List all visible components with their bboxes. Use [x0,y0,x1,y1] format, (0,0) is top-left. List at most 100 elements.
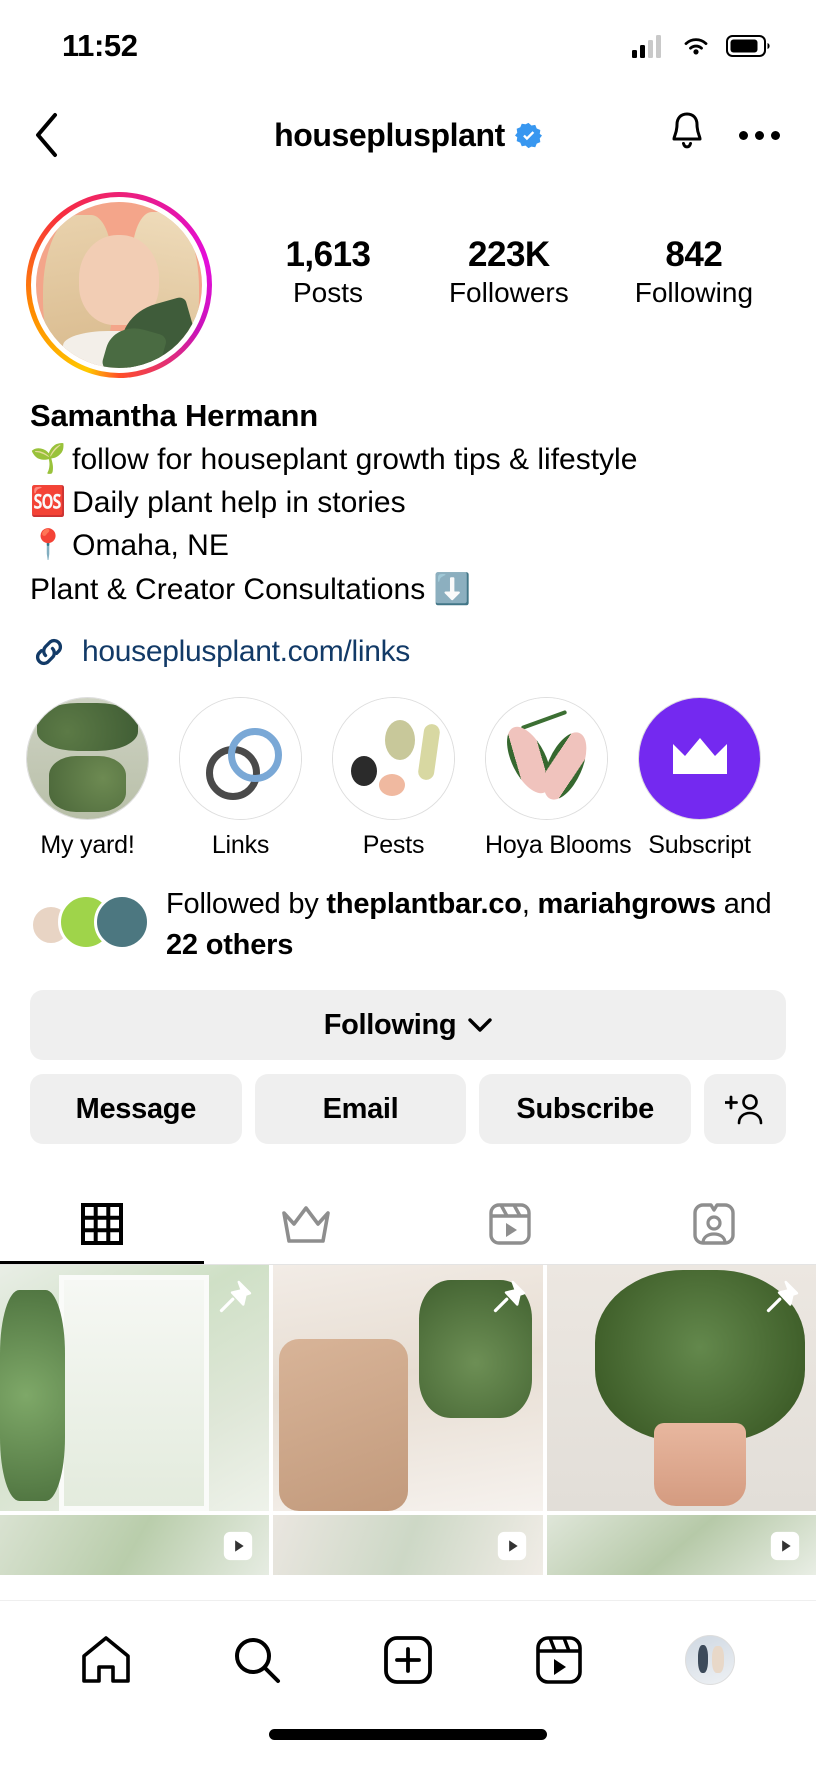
message-button[interactable]: Message [30,1074,242,1145]
message-button-label: Message [75,1092,197,1125]
highlight-pests[interactable]: Pests [332,696,455,860]
reels-icon [224,1531,253,1561]
subscribe-button[interactable]: Subscribe [479,1074,692,1145]
nav-create[interactable] [366,1623,450,1697]
grid-tab[interactable] [0,1186,204,1265]
pin-emoji: 📍 [30,529,67,562]
followed-by-prefix: Followed by [166,887,327,920]
highlight-cover-hoya [485,696,608,820]
followed-by-separator: , [521,887,538,920]
content-tabs [0,1186,816,1266]
link-chain-icon [35,638,63,665]
following-label: Following [634,277,754,309]
bio-line-1-text: follow for houseplant growth tips & life… [72,443,638,477]
avatar-inner [31,197,207,373]
profile-avatar-icon [685,1635,736,1685]
following-button[interactable]: Following [30,990,786,1061]
grid-post-1[interactable] [0,1265,270,1512]
wifi-icon [684,38,708,55]
pinned-icon [493,1280,525,1313]
more-options-button[interactable] [735,121,784,150]
following-count: 842 [665,235,723,274]
grid-post-5[interactable] [273,1515,543,1576]
email-button-label: Email [322,1092,399,1125]
nav-reels[interactable] [517,1623,601,1697]
mutual-name-2[interactable]: mariahgrows [538,888,717,920]
tagged-person-icon [693,1202,735,1245]
sos-emoji: 🆘 [30,485,67,518]
nav-profile[interactable] [668,1623,752,1697]
grid-post-4[interactable] [0,1515,270,1576]
followed-by-row[interactable]: Followed by theplantbar.co, mariahgrows … [0,860,816,966]
chevron-down-icon [468,1018,492,1032]
stat-followers[interactable]: 223K Followers [449,234,569,312]
followed-by-avatars [30,892,150,954]
mutual-avatar-3 [94,893,150,950]
followed-by-conjunction: and [715,887,772,920]
bottom-nav-row [0,1601,816,1697]
nav-search[interactable] [215,1623,299,1697]
display-name: Samantha Hermann [30,398,318,433]
cellular-signal-icon [632,35,661,58]
email-button[interactable]: Email [254,1074,467,1145]
battery-icon [726,35,770,57]
notification-bell-icon [672,112,702,148]
profile-stats: 1,613 Posts 223K Followers 842 Following [212,192,790,312]
highlight-label-3: Hoya Blooms [485,830,632,859]
stat-following[interactable]: 842 Following [635,234,753,312]
story-highlights: My yard! Links Pests Hoya Blooms Subscri… [0,671,816,860]
subscriptions-tab[interactable] [204,1186,408,1264]
highlight-my-yard[interactable]: My yard! [26,696,149,860]
subscribe-button-label: Subscribe [516,1092,654,1125]
reels-tab[interactable] [408,1186,612,1264]
profile-bio: Samantha Hermann 🌱 follow for houseplant… [0,378,816,671]
profile-avatar-ring[interactable] [26,192,212,378]
add-user-button[interactable] [704,1074,787,1145]
stat-posts[interactable]: 1,613 Posts [273,234,383,312]
status-bar: 11:52 [0,0,816,92]
back-button[interactable] [18,106,76,164]
profile-actions: Following Message Email Subscribe [0,966,816,1145]
bio-external-link[interactable]: houseplusplant.com/links [30,611,786,671]
highlight-links[interactable]: Links [179,696,302,860]
home-icon [81,1636,130,1683]
mutual-name-1[interactable]: theplantbar.co [326,888,522,920]
crown-icon [282,1205,330,1243]
reels-icon [770,1531,800,1561]
highlight-subscriptions[interactable]: Subscript [638,696,761,860]
notification-bell-button[interactable] [665,109,709,162]
followers-count: 223K [468,235,550,274]
grid-post-6[interactable] [546,1515,816,1576]
tagged-tab[interactable] [612,1186,816,1264]
seedling-emoji: 🌱 [30,442,67,475]
highlight-cover-subscriptions [638,696,761,820]
bio-line-1: 🌱 follow for houseplant growth tips & li… [30,438,786,481]
followed-by-text: Followed by theplantbar.co, mariahgrows … [166,884,786,966]
highlight-cover-links [179,696,302,820]
profile-header: houseplusplant [0,92,816,178]
reels-icon [489,1202,531,1245]
bio-link-text: houseplusplant.com/links [82,634,410,668]
verified-badge-icon [514,122,542,148]
posts-label: Posts [292,277,363,309]
add-user-icon [725,1094,763,1125]
highlight-cover-yard [26,696,149,820]
followers-label: Followers [448,277,569,309]
profile-summary: 1,613 Posts 223K Followers 842 Following [0,178,816,378]
profile-avatar [36,202,202,368]
highlight-hoya-blooms[interactable]: Hoya Blooms [485,696,632,860]
search-icon [234,1638,280,1683]
grid-post-3[interactable] [546,1265,816,1512]
back-chevron-icon [36,113,57,157]
bio-line-2-text: Daily plant help in stories [72,486,406,520]
bio-line-3: 📍 Omaha, NE [30,524,786,567]
nav-home[interactable] [64,1623,148,1697]
grid-post-2[interactable] [273,1265,543,1512]
highlight-label-0: My yard! [40,830,135,859]
highlight-label-2: Pests [362,830,425,859]
bottom-navigation [0,1600,816,1766]
highlight-label-1: Links [211,830,270,859]
bio-line-4-text: Plant & Creator Consultations ⬇️ [30,572,471,606]
followed-by-others[interactable]: 22 others [166,929,293,961]
header-username: houseplusplant [274,116,505,153]
